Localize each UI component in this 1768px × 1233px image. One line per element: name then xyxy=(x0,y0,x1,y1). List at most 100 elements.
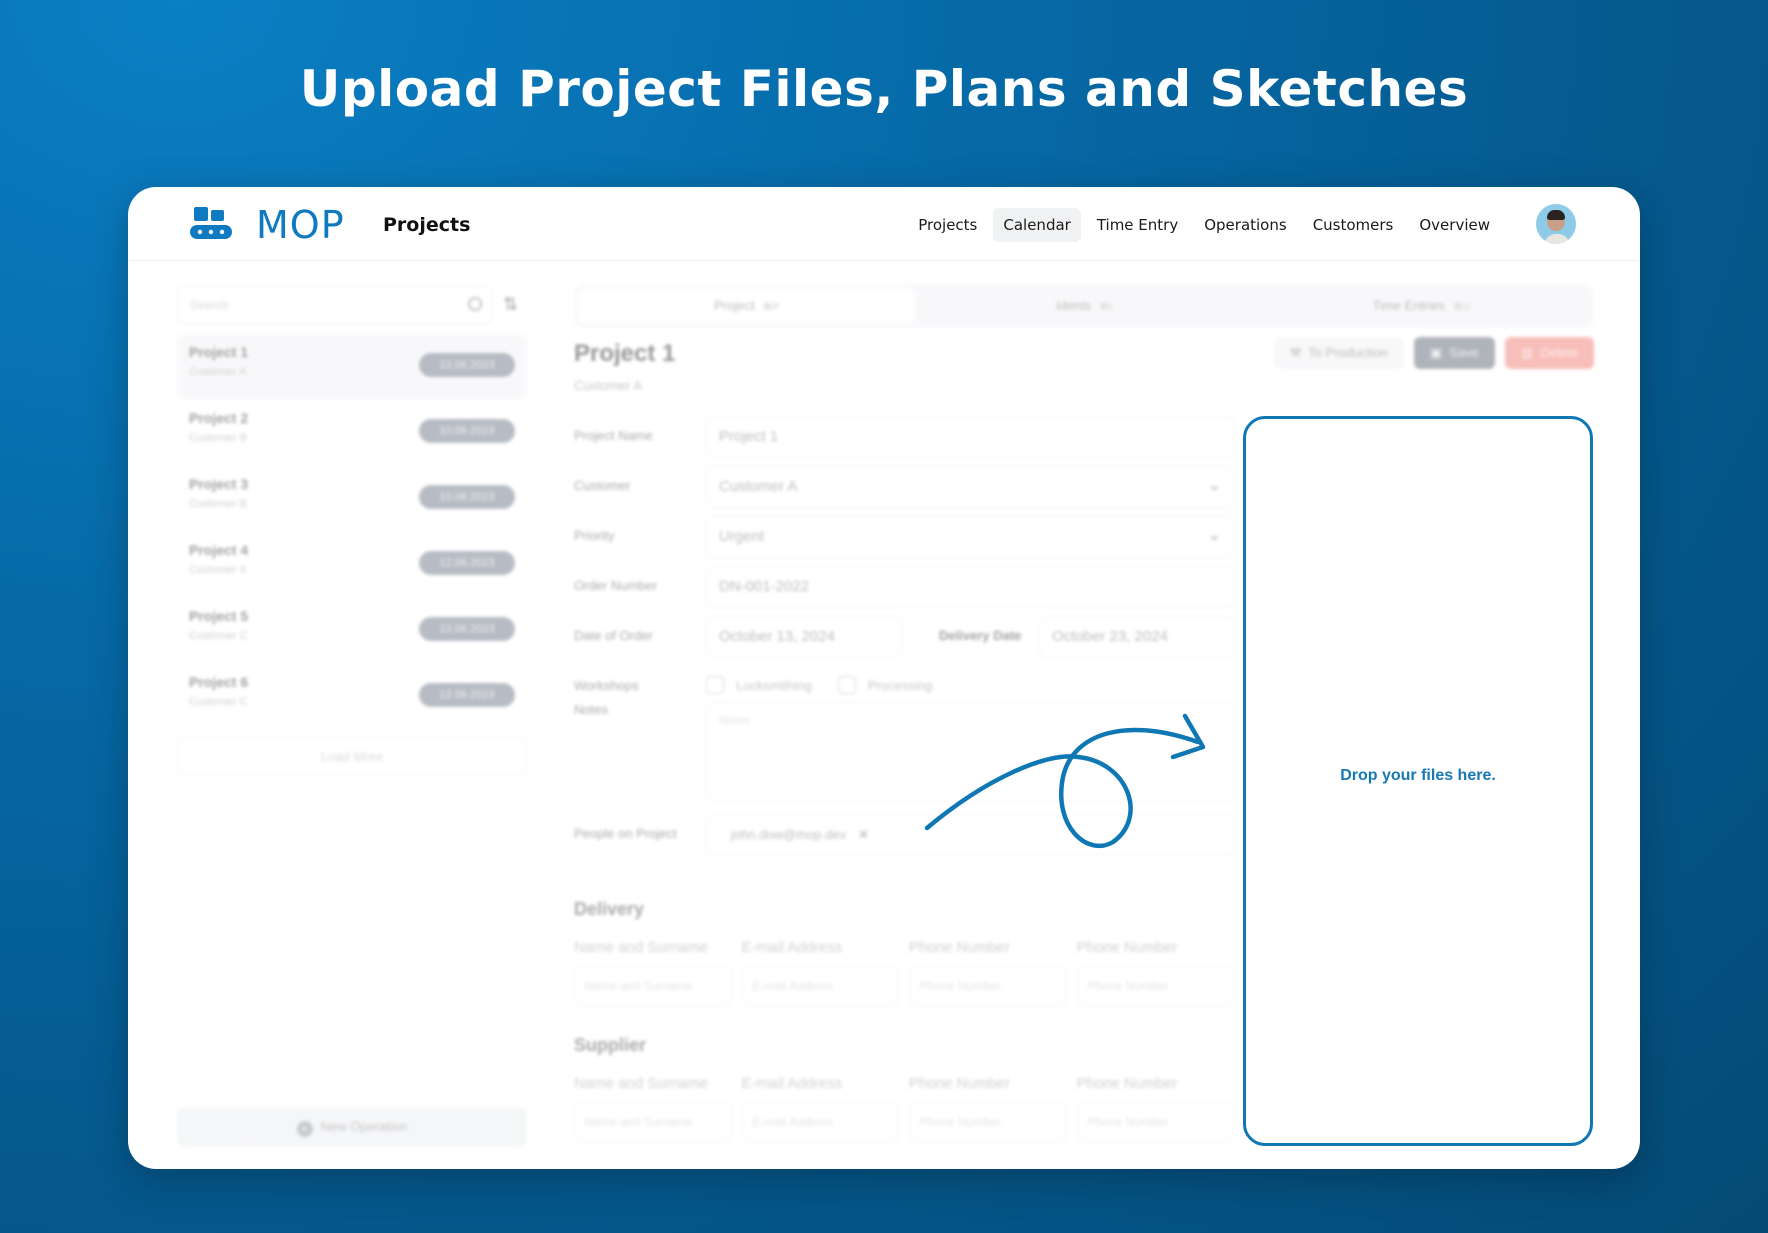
nav-operations[interactable]: Operations xyxy=(1194,208,1296,242)
tab-label: Idents xyxy=(1055,298,1092,313)
project-list-item[interactable]: Project 3 Customer B 10.06.2023 xyxy=(177,466,527,532)
project-list-item[interactable]: Project 4 Customer 4 12.06.2023 xyxy=(177,532,527,598)
form-row: Date of Order October 13, 2024 Delivery … xyxy=(574,612,1234,662)
date-badge: 12.06.2023 xyxy=(419,353,515,377)
save-icon: ▣ xyxy=(1429,345,1443,360)
app-title: Projects xyxy=(383,214,471,236)
people-input[interactable]: john.dow@mop.dev ✕ xyxy=(706,814,1234,856)
checkbox-processing[interactable]: Processing xyxy=(837,676,932,694)
notes-textarea[interactable]: Notes xyxy=(706,702,1234,802)
form-row: Customer Customer A ⌄ xyxy=(574,462,1234,512)
contact-label: Phone Number xyxy=(1076,1075,1178,1092)
field-label: Project Name xyxy=(574,428,653,443)
nav-customers[interactable]: Customers xyxy=(1303,208,1404,242)
project-form: Project Name Project 1 Customer Customer… xyxy=(574,412,1234,860)
contact-label: Name and Surname xyxy=(574,1075,709,1092)
tab-time-entries[interactable]: Time Entries ⌘U xyxy=(1253,288,1590,324)
field-label: Notes xyxy=(574,702,608,717)
checkbox-box[interactable] xyxy=(706,676,724,694)
brand-name[interactable]: MOP xyxy=(256,203,345,247)
project-name-input[interactable]: Project 1 xyxy=(706,416,1234,458)
sort-icon[interactable]: ⇅ xyxy=(503,294,518,315)
app-window: MOP Projects Projects Calendar Time Entr… xyxy=(128,187,1640,1169)
top-bar: MOP Projects Projects Calendar Time Entr… xyxy=(128,187,1640,261)
search-input[interactable]: Search xyxy=(177,286,493,324)
contact-column: Phone Number Phone Number xyxy=(1076,939,1234,1006)
field-label: Delivery Date xyxy=(939,628,1022,643)
checkbox-box[interactable] xyxy=(837,676,856,694)
chevron-down-icon: ⌄ xyxy=(1207,527,1221,544)
project-list-item[interactable]: Project 2 Customer B 10.06.2023 xyxy=(177,400,527,466)
nav-time-entry[interactable]: Time Entry xyxy=(1087,208,1188,242)
delivery-phone-input[interactable]: Phone Number xyxy=(909,966,1067,1006)
tab-shortcut: ⌘U xyxy=(1452,302,1471,313)
delivery-name-input[interactable]: Name and Surname xyxy=(574,966,732,1006)
supplier-email-input[interactable]: E-mail Address xyxy=(741,1102,899,1142)
contact-label: Name and Surname xyxy=(574,939,709,956)
customer-select[interactable]: Customer A ⌄ xyxy=(706,466,1234,508)
supplier-name-input[interactable]: Name and Surname xyxy=(574,1102,732,1142)
customer-value: Customer A xyxy=(719,478,798,495)
delivery-phone2-input[interactable]: Phone Number xyxy=(1076,966,1234,1006)
tab-label: Time Entries xyxy=(1372,298,1445,313)
form-row: Notes Notes xyxy=(574,698,1234,810)
drop-zone-text: Drop your files here. xyxy=(1340,767,1496,784)
supplier-section-title: Supplier xyxy=(574,1035,647,1055)
tab-label: Project xyxy=(714,298,755,313)
field-label: People on Project xyxy=(574,826,677,841)
form-row: Project Name Project 1 xyxy=(574,412,1234,462)
to-production-button[interactable]: ⚒ To Production xyxy=(1273,337,1404,369)
contact-label: Phone Number xyxy=(909,1075,1010,1092)
project-list-item[interactable]: Project 6 Customer C 12.06.2023 xyxy=(177,664,527,730)
chevron-down-icon: ⌄ xyxy=(1207,477,1221,494)
save-label: Save xyxy=(1449,345,1479,360)
project-list: Project 1 Customer A 12.06.2023 Project … xyxy=(177,334,527,730)
supplier-phone-input[interactable]: Phone Number xyxy=(909,1102,1067,1142)
file-drop-zone[interactable]: Drop your files here. xyxy=(1243,416,1593,1146)
contact-column: Name and Surname Name and Surname xyxy=(574,939,732,1006)
date-badge: 12.06.2023 xyxy=(419,683,515,707)
remove-chip-icon[interactable]: ✕ xyxy=(858,827,869,842)
headline: Upload Project Files, Plans and Sketches xyxy=(299,60,1469,118)
action-buttons: ⚒ To Production ▣ Save ▥ Delete xyxy=(1273,337,1594,369)
order-number-input[interactable]: DN-001-2022 xyxy=(706,566,1234,608)
load-more-button[interactable]: Load More xyxy=(177,736,527,776)
delete-button[interactable]: ▥ Delete xyxy=(1504,337,1594,369)
page-title: Project 1 xyxy=(574,340,676,367)
field-label: Date of Order xyxy=(574,628,653,643)
field-label: Priority xyxy=(574,528,615,543)
nav-projects[interactable]: Projects xyxy=(908,208,987,242)
project-list-item[interactable]: Project 5 Customer C 12.06.2023 xyxy=(177,598,527,664)
new-operation-label: New Operation xyxy=(320,1119,408,1134)
hammer-icon: ⚒ xyxy=(1289,345,1302,360)
nav-overview[interactable]: Overview xyxy=(1409,208,1500,242)
contact-label: Phone Number xyxy=(1076,939,1178,956)
date-badge: 10.06.2023 xyxy=(419,485,515,509)
workshop-checkboxes: Locksmithing Processing xyxy=(706,676,932,694)
priority-value: Urgent xyxy=(719,528,765,545)
tab-shortcut: ⌘I xyxy=(1099,302,1113,313)
delivery-date-input[interactable]: October 23, 2024 xyxy=(1039,616,1234,658)
project-list-item[interactable]: Project 1 Customer A 12.06.2023 xyxy=(177,334,527,400)
tab-project[interactable]: Project ⌘P xyxy=(578,288,916,324)
delivery-email-input[interactable]: E-mail Address xyxy=(741,966,899,1006)
delivery-contact-grid: Name and Surname Name and Surname E-mail… xyxy=(574,939,1234,1006)
date-badge: 12.06.2023 xyxy=(419,551,515,575)
form-row: People on Project john.dow@mop.dev ✕ xyxy=(574,810,1234,860)
user-avatar[interactable] xyxy=(1536,204,1576,244)
logo-icon xyxy=(190,207,232,239)
contact-label: Phone Number xyxy=(909,939,1010,956)
nav-calendar[interactable]: Calendar xyxy=(993,208,1081,242)
tab-idents[interactable]: Idents ⌘I xyxy=(915,288,1252,324)
save-button[interactable]: ▣ Save xyxy=(1413,337,1495,369)
supplier-phone2-input[interactable]: Phone Number xyxy=(1076,1102,1234,1142)
main-nav: Projects Calendar Time Entry Operations … xyxy=(908,208,1500,242)
checkbox-locksmithing[interactable]: Locksmithing xyxy=(706,676,812,694)
avatar-hair xyxy=(1547,210,1565,220)
delivery-section-title: Delivery xyxy=(574,899,645,919)
sidebar: Search ⇅ Project 1 Customer A 12.06.2023… xyxy=(177,262,527,1169)
new-operation-button[interactable]: + New Operation xyxy=(177,1107,527,1147)
date-of-order-input[interactable]: October 13, 2024 xyxy=(706,616,902,658)
field-label: Order Number xyxy=(574,578,658,593)
priority-select[interactable]: Urgent ⌄ xyxy=(706,516,1234,558)
